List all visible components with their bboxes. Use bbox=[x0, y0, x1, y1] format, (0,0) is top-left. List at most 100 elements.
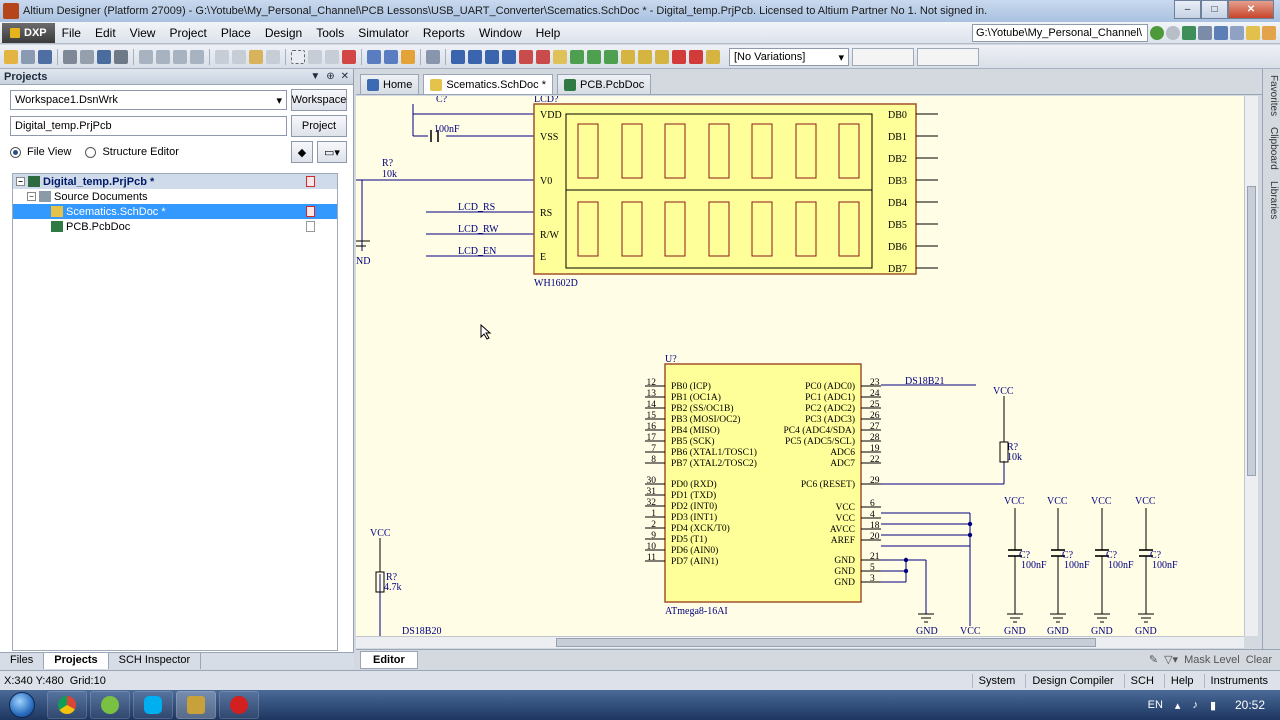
tab-projects[interactable]: Projects bbox=[44, 653, 109, 669]
help-button[interactable]: Help bbox=[1163, 673, 1200, 688]
panel-menu-icon[interactable]: ▼ bbox=[310, 71, 320, 82]
browse-components-icon[interactable] bbox=[426, 49, 440, 64]
tab-favorites[interactable]: Favorites bbox=[1265, 75, 1279, 116]
design-compiler-button[interactable]: Design Compiler bbox=[1025, 673, 1119, 688]
tab-editor[interactable]: Editor bbox=[360, 650, 418, 669]
compile-icon[interactable]: ◆ bbox=[291, 141, 313, 163]
gnd-port-icon[interactable] bbox=[519, 49, 533, 64]
part-icon[interactable] bbox=[553, 49, 567, 64]
close-button[interactable]: ✕ bbox=[1228, 0, 1274, 19]
workspace-dropdown[interactable]: Workspace1.DsnWrk ▾ bbox=[10, 90, 287, 110]
menu-simulator[interactable]: Simulator bbox=[351, 26, 416, 40]
redo-icon[interactable] bbox=[384, 49, 398, 64]
taskbar-chrome[interactable] bbox=[47, 691, 87, 719]
wire-icon[interactable] bbox=[451, 49, 465, 64]
instruments-button[interactable]: Instruments bbox=[1203, 673, 1274, 688]
clock[interactable]: 20:52 bbox=[1228, 698, 1272, 712]
start-button[interactable] bbox=[0, 690, 44, 720]
directive-icon[interactable] bbox=[689, 49, 703, 64]
no-erc-icon[interactable] bbox=[672, 49, 686, 64]
file-view-radio[interactable] bbox=[10, 146, 21, 158]
taskbar-recorder[interactable] bbox=[219, 691, 259, 719]
settings-icon[interactable] bbox=[1198, 25, 1212, 40]
device-sheet-icon[interactable] bbox=[604, 49, 618, 64]
filter-icon[interactable]: ▽▾ bbox=[1164, 653, 1178, 666]
open-folder-icon[interactable] bbox=[4, 49, 18, 64]
tree-folder-source[interactable]: − Source Documents bbox=[13, 189, 337, 204]
menu-tools[interactable]: Tools bbox=[309, 26, 351, 40]
menu-help[interactable]: Help bbox=[529, 26, 568, 40]
language-indicator[interactable]: EN bbox=[1148, 699, 1163, 711]
vertical-scrollbar[interactable] bbox=[1244, 96, 1258, 636]
zoom-area-icon[interactable] bbox=[156, 49, 170, 64]
tree-doc-schematic[interactable]: Scematics.SchDoc * bbox=[13, 204, 337, 219]
network-icon[interactable]: ▮ bbox=[1210, 699, 1216, 712]
tree-doc-pcb[interactable]: PCB.PcbDoc bbox=[13, 219, 337, 234]
paste-icon[interactable] bbox=[249, 49, 263, 64]
net-label-icon[interactable] bbox=[502, 49, 516, 64]
sheet-symbol-icon[interactable] bbox=[570, 49, 584, 64]
signal-harness-icon[interactable] bbox=[485, 49, 499, 64]
filter-icon[interactable] bbox=[1214, 25, 1228, 40]
harness-connector-icon[interactable] bbox=[621, 49, 635, 64]
maximize-button[interactable]: □ bbox=[1201, 0, 1228, 19]
decoupling-capacitor[interactable]: VCCC?100nFGND bbox=[1047, 496, 1090, 636]
menu-place[interactable]: Place bbox=[214, 26, 258, 40]
sch-button[interactable]: SCH bbox=[1123, 673, 1160, 688]
copy-icon[interactable] bbox=[232, 49, 246, 64]
decoupling-capacitor[interactable]: VCCC?100nFGND bbox=[1135, 496, 1178, 636]
open-doc-icon[interactable] bbox=[21, 49, 35, 64]
schematic-canvas[interactable]: VDD VSS V0 RS R/W E DB0 DB1 DB2 DB3 DB4 … bbox=[356, 96, 1244, 636]
tab-home[interactable]: Home bbox=[360, 74, 420, 94]
workspace-button[interactable]: Workspace bbox=[291, 89, 347, 111]
brush-icon[interactable]: ✎ bbox=[1149, 653, 1158, 666]
undo-icon[interactable] bbox=[367, 49, 381, 64]
volume-icon[interactable]: ♪ bbox=[1192, 699, 1198, 711]
port-icon[interactable] bbox=[655, 49, 669, 64]
menu-design[interactable]: Design bbox=[258, 26, 309, 40]
tertiary-dropdown[interactable] bbox=[917, 47, 979, 66]
rubber-stamp-icon[interactable] bbox=[266, 49, 280, 64]
forward-icon[interactable] bbox=[1166, 25, 1180, 40]
align-icon[interactable] bbox=[1230, 25, 1244, 40]
bus-icon[interactable] bbox=[468, 49, 482, 64]
menu-file[interactable]: File bbox=[55, 26, 88, 40]
folder-options-icon[interactable]: ▭▾ bbox=[317, 141, 347, 163]
zoom-dropdown-icon[interactable] bbox=[190, 49, 204, 64]
tree-project-root[interactable]: − Digital_temp.PrjPcb * bbox=[13, 174, 337, 189]
harness-entry-icon[interactable] bbox=[638, 49, 652, 64]
menu-edit[interactable]: Edit bbox=[88, 26, 123, 40]
clear-button[interactable]: Clear bbox=[1246, 654, 1272, 666]
tab-libraries[interactable]: Libraries bbox=[1265, 181, 1279, 219]
tab-sch-inspector[interactable]: SCH Inspector bbox=[109, 653, 202, 669]
print-preview-icon[interactable] bbox=[80, 49, 94, 64]
system-button[interactable]: System bbox=[971, 673, 1022, 688]
cut-icon[interactable] bbox=[215, 49, 229, 64]
3d-view-icon[interactable] bbox=[97, 49, 111, 64]
parameter-icon[interactable] bbox=[706, 49, 720, 64]
dxp-menu[interactable]: DXP bbox=[2, 22, 55, 43]
zoom-fit-icon[interactable] bbox=[139, 49, 153, 64]
taskbar-altium[interactable] bbox=[176, 691, 216, 719]
tab-clipboard[interactable]: Clipboard bbox=[1265, 127, 1279, 170]
collapse-icon[interactable]: − bbox=[16, 177, 25, 186]
layers-icon[interactable] bbox=[114, 49, 128, 64]
scroll-thumb[interactable] bbox=[1247, 186, 1256, 476]
select-area-icon[interactable] bbox=[291, 49, 305, 64]
move-icon[interactable] bbox=[308, 49, 322, 64]
vcc-port-icon[interactable] bbox=[536, 49, 550, 64]
tray-arrow-icon[interactable]: ▴ bbox=[1175, 699, 1181, 712]
hierarchy-icon[interactable] bbox=[401, 49, 415, 64]
pin-icon[interactable]: ⊕ bbox=[326, 71, 334, 82]
structure-editor-radio[interactable] bbox=[85, 146, 97, 158]
panel-close-icon[interactable]: ✕ bbox=[341, 71, 349, 82]
clear-filter-icon[interactable] bbox=[342, 49, 356, 64]
minimize-button[interactable]: – bbox=[1174, 0, 1201, 19]
decoupling-capacitor[interactable]: VCCC?100nFGND bbox=[1004, 496, 1047, 636]
deselect-icon[interactable] bbox=[325, 49, 339, 64]
tab-files[interactable]: Files bbox=[0, 653, 45, 669]
home-nav-icon[interactable] bbox=[1182, 25, 1196, 40]
zoom-selected-icon[interactable] bbox=[173, 49, 187, 64]
project-field[interactable]: Digital_temp.PrjPcb bbox=[10, 116, 287, 136]
path-input[interactable]: G:\Yotube\My_Personal_Channel\ bbox=[972, 23, 1148, 42]
